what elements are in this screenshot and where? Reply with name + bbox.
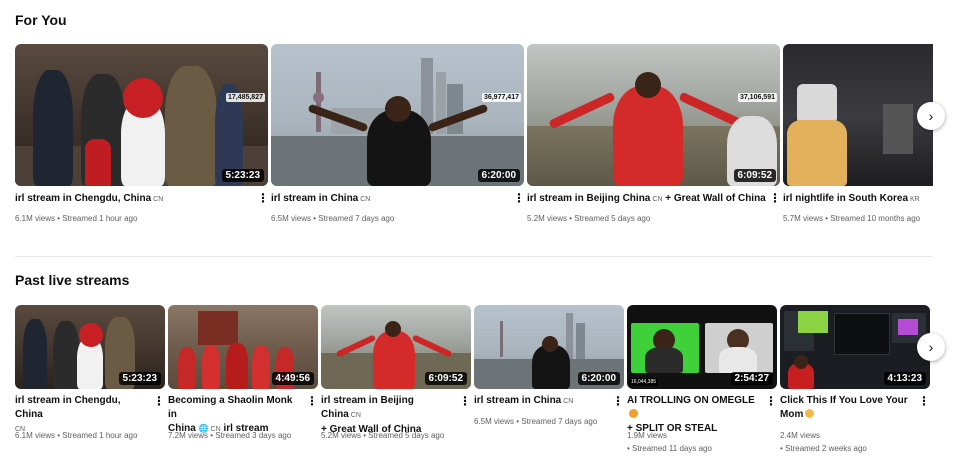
video-card[interactable]: 17,485,827 5:23:23 irl stream in Chengdu… <box>15 44 269 223</box>
video-meta: 6.1M views • Streamed 1 hour ago <box>15 214 138 223</box>
duration-badge: 6:20:00 <box>577 372 620 385</box>
video-card[interactable]: 6:20:00 irl stream in China CN ⋮ 6.5M vie… <box>474 305 624 426</box>
section-title-for-you: For You <box>15 12 67 28</box>
country-code: KR <box>910 196 920 203</box>
duration-badge: 5:23:23 <box>118 372 161 385</box>
more-actions-icon[interactable]: ⋮ <box>306 395 318 407</box>
video-thumbnail[interactable]: 37,106,591 6:09:52 <box>527 44 780 186</box>
country-code: CN <box>153 196 164 203</box>
video-thumbnail[interactable]: 4:49:56 <box>168 305 318 389</box>
video-title[interactable]: irl stream in Chengdu, China CN <box>15 192 250 207</box>
video-title[interactable]: irl stream in China CN <box>271 192 506 207</box>
more-actions-icon[interactable]: ⋮ <box>918 395 930 407</box>
more-actions-icon[interactable]: ⋮ <box>769 192 781 204</box>
chevron-right-icon: › <box>928 108 934 124</box>
duration-badge: 6:20:00 <box>477 169 520 182</box>
more-actions-icon[interactable]: ⋮ <box>765 395 777 407</box>
chevron-right-icon: › <box>928 339 934 355</box>
emoji-icon <box>629 409 638 418</box>
video-streamed-date: • Streamed 11 days ago <box>627 444 712 453</box>
video-card[interactable]: 6:09:52 irl stream in Beijing China CN + G… <box>321 305 471 440</box>
emoji-icon <box>805 409 815 418</box>
video-streamed-date: • Streamed 2 weeks ago <box>780 444 867 453</box>
video-card[interactable]: irl nightlife in South Korea KR 5.7M view… <box>783 44 933 223</box>
video-title[interactable]: irl stream in Beijing China CN + Great Wa… <box>527 192 766 207</box>
video-views: 2.4M views <box>780 431 821 440</box>
for-you-shelf: 17,485,827 5:23:23 irl stream in Chengdu… <box>15 44 933 234</box>
shelf-next-button[interactable]: › <box>917 333 945 361</box>
video-meta: 5.7M views • Streamed 10 months ago <box>783 214 921 223</box>
country-code: CN <box>350 412 361 419</box>
more-actions-icon[interactable]: ⋮ <box>612 395 624 407</box>
video-meta: 6.5M views • Streamed 7 days ago <box>271 214 395 223</box>
video-title[interactable]: irl stream in China CN <box>474 394 609 409</box>
video-thumbnail[interactable]: 5:23:23 <box>15 305 165 389</box>
video-card[interactable]: 16,044,385 2:54:27 AI TROLLING ON OMEGLE… <box>627 305 777 453</box>
duration-badge: 4:13:23 <box>883 372 926 385</box>
section-title-past-live-streams: Past live streams <box>15 272 130 288</box>
more-actions-icon[interactable]: ⋮ <box>459 395 471 407</box>
video-card[interactable]: 37,106,591 6:09:52 irl stream in Beijing… <box>527 44 781 223</box>
country-code: CN <box>563 398 574 405</box>
video-meta: 6.5M views • Streamed 7 days ago <box>474 417 598 426</box>
video-thumbnail[interactable] <box>783 44 933 186</box>
duration-badge: 2:54:27 <box>730 372 773 385</box>
viewer-counter: 17,485,827 <box>225 93 265 102</box>
video-meta: 7.2M views • Streamed 3 days ago <box>168 431 292 440</box>
country-code: CN <box>360 196 371 203</box>
video-views: 1.9M views <box>627 431 668 440</box>
shelf-next-button[interactable]: › <box>917 102 945 130</box>
viewer-counter: 36,977,417 <box>481 93 521 102</box>
section-divider <box>15 256 933 257</box>
video-thumbnail[interactable]: 4:13:23 <box>780 305 930 389</box>
video-thumbnail[interactable]: 17,485,827 5:23:23 <box>15 44 268 186</box>
video-meta: 5.2M views • Streamed 5 days ago <box>527 214 651 223</box>
duration-badge: 4:49:56 <box>271 372 314 385</box>
video-card[interactable]: 5:23:23 irl stream in Chengdu, China CN ⋮… <box>15 305 165 440</box>
video-thumbnail[interactable]: 16,044,385 2:54:27 <box>627 305 777 389</box>
video-title[interactable]: Click This If You Love Your Mom <box>780 394 915 422</box>
viewer-counter: 37,106,591 <box>737 93 777 102</box>
viewer-counter: 16,044,385 <box>629 378 659 386</box>
more-actions-icon[interactable]: ⋮ <box>257 192 269 204</box>
more-actions-icon[interactable]: ⋮ <box>153 395 165 407</box>
video-thumbnail[interactable]: 6:20:00 <box>474 305 624 389</box>
duration-badge: 6:09:52 <box>424 372 467 385</box>
country-code: CN <box>652 196 663 203</box>
video-meta: 6.1M views • Streamed 1 hour ago <box>15 431 138 440</box>
more-actions-icon[interactable]: ⋮ <box>513 192 525 204</box>
video-card[interactable]: 36,977,417 6:20:00 irl stream in China CN… <box>271 44 525 223</box>
video-title[interactable]: irl nightlife in South Korea KR <box>783 192 933 207</box>
video-thumbnail[interactable]: 36,977,417 6:20:00 <box>271 44 524 186</box>
video-meta: 5.2M views • Streamed 5 days ago <box>321 431 445 440</box>
duration-badge: 6:09:52 <box>733 169 776 182</box>
video-card[interactable]: 4:49:56 Becoming a Shaolin Monk in China … <box>168 305 318 440</box>
video-thumbnail[interactable]: 6:09:52 <box>321 305 471 389</box>
video-card[interactable]: 4:13:23 Click This If You Love Your Mom … <box>780 305 930 453</box>
past-live-shelf: 5:23:23 irl stream in Chengdu, China CN ⋮… <box>15 305 933 461</box>
duration-badge: 5:23:23 <box>221 169 264 182</box>
